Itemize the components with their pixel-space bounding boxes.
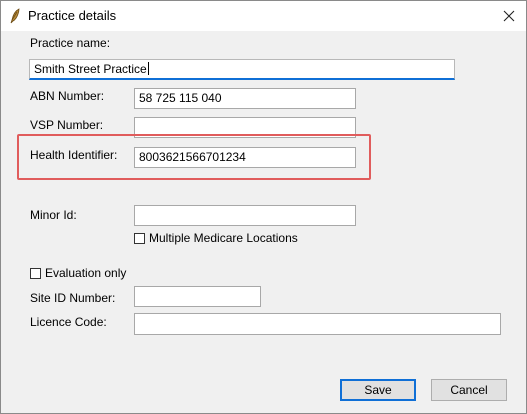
close-icon [503, 10, 515, 22]
close-button[interactable] [492, 1, 526, 31]
practice-name-label: Practice name: [30, 36, 111, 50]
minor-id-label: Minor Id: [30, 208, 77, 222]
evaluation-only-label: Evaluation only [45, 266, 127, 280]
multiple-medicare-check-box[interactable] [134, 232, 145, 244]
text-caret [147, 62, 149, 75]
evaluation-only-checkbox[interactable]: Evaluation only [30, 266, 126, 280]
window-title: Practice details [28, 8, 117, 23]
site-id-field[interactable] [134, 286, 261, 307]
practice-details-dialog: Practice details Practice name: Smith St… [0, 0, 527, 414]
dialog-body: Practice name: Smith Street Practice ABN… [1, 31, 526, 413]
health-identifier-label: Health Identifier: [30, 148, 118, 162]
vsp-field[interactable] [134, 117, 356, 138]
practice-name-value: Smith Street Practice [34, 62, 147, 76]
practice-name-field[interactable]: Smith Street Practice [29, 59, 455, 80]
abn-field[interactable]: 58 725 115 040 [134, 88, 356, 109]
health-identifier-field[interactable]: 8003621566701234 [134, 147, 356, 168]
cancel-button[interactable]: Cancel [431, 379, 507, 401]
save-button[interactable]: Save [340, 379, 416, 401]
quill-pen-icon [8, 8, 22, 24]
abn-label: ABN Number: [30, 89, 105, 103]
licence-code-label: Licence Code: [30, 315, 107, 329]
evaluation-only-check-box[interactable] [30, 267, 41, 279]
minor-id-field[interactable] [134, 205, 356, 226]
vsp-label: VSP Number: [30, 118, 104, 132]
multiple-medicare-label: Multiple Medicare Locations [149, 231, 298, 245]
licence-code-field[interactable] [134, 313, 501, 335]
multiple-medicare-checkbox[interactable]: Multiple Medicare Locations [134, 231, 298, 245]
site-id-label: Site ID Number: [30, 291, 116, 305]
title-bar: Practice details [1, 1, 526, 31]
